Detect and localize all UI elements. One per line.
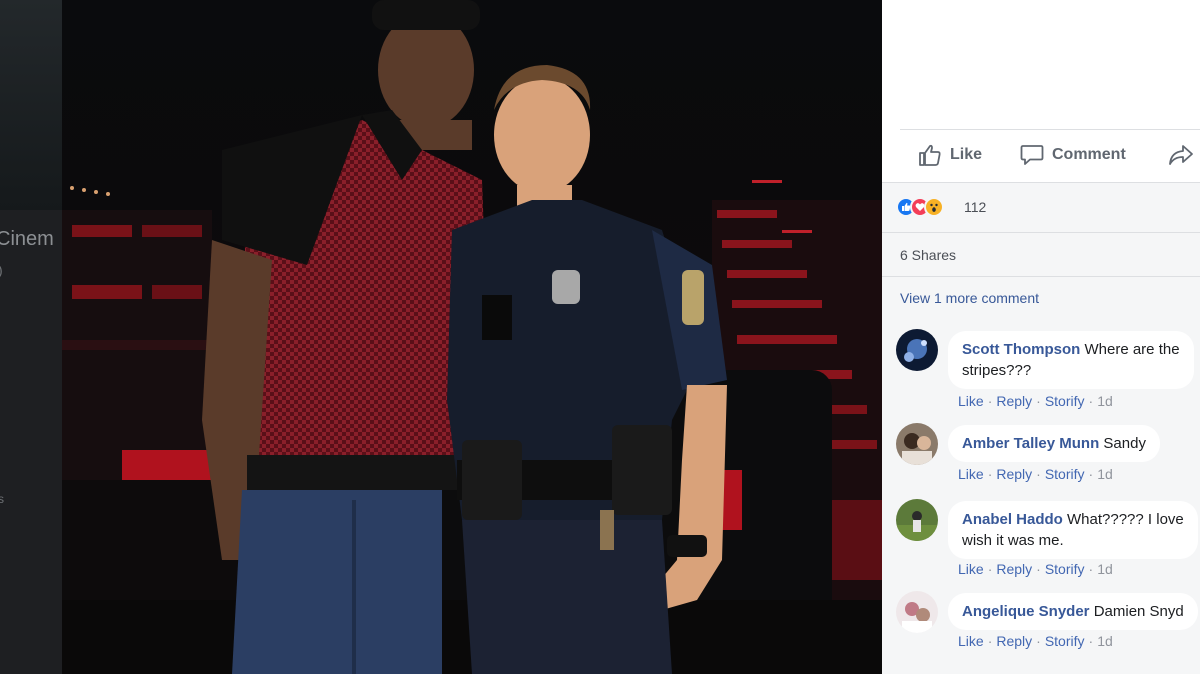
comment-reply-link[interactable]: Reply [996, 466, 1032, 482]
share-icon [1169, 145, 1193, 165]
comment-meta: Like · Reply · Storify · 1d [958, 393, 1113, 409]
comment-icon [1020, 145, 1044, 165]
left-partial-label: Cinem [0, 228, 54, 250]
comment-meta: Like · Reply · Storify · 1d [958, 633, 1113, 649]
comment-storify-link[interactable]: Storify [1045, 633, 1085, 649]
comment-author[interactable]: Anabel Haddo [962, 511, 1063, 528]
avatar[interactable] [896, 423, 938, 465]
comment-text-continued: wish it was me. [962, 532, 1064, 549]
thumbs-up-icon [919, 144, 941, 166]
comment-meta: Like · Reply · Storify · 1d [958, 466, 1113, 482]
comment-storify-link[interactable]: Storify [1045, 466, 1085, 482]
comment-button-label: Comment [1052, 146, 1126, 163]
comment-text-continued: stripes??? [962, 362, 1032, 379]
separator: · [1036, 466, 1041, 482]
wow-reaction-icon [924, 197, 944, 217]
like-button[interactable]: Like [918, 142, 982, 168]
comment-author[interactable]: Scott Thompson [962, 341, 1080, 358]
comment-reply-link[interactable]: Reply [996, 393, 1032, 409]
separator: · [987, 561, 993, 577]
view-more-comments-link[interactable]: View 1 more comment [900, 290, 1039, 306]
post-photo[interactable] [62, 0, 882, 674]
separator: · [1036, 561, 1041, 577]
comment-bubble: Scott Thompson Where are the stripes??? [948, 331, 1194, 389]
comment-bubble: Angelique Snyder Damien Snyd [948, 593, 1198, 630]
facebook-comments-panel: Like Comment 112 6 Shares View 1 more co… [882, 0, 1200, 674]
comment-text: What????? I love [1062, 511, 1184, 528]
comment-storify-link[interactable]: Storify [1045, 393, 1085, 409]
comment-like-link[interactable]: Like [958, 393, 984, 409]
comment-text: Where are the [1080, 341, 1180, 358]
shares-count[interactable]: 6 Shares [900, 247, 956, 263]
separator: · [987, 393, 993, 409]
comment-bubble: Anabel Haddo What????? I love wish it wa… [948, 501, 1198, 559]
reactions-count[interactable]: 112 [964, 199, 986, 215]
left-partial-panel: Cinem ) s [0, 0, 62, 674]
separator: · [987, 633, 993, 649]
avatar[interactable] [896, 591, 938, 633]
share-button[interactable] [1168, 142, 1200, 168]
comment-timestamp[interactable]: 1d [1097, 633, 1113, 649]
left-partial-paren: ) [0, 262, 3, 278]
post-actions-bar: Like Comment [882, 132, 1200, 180]
shares-row: 6 Shares [882, 232, 1200, 277]
avatar[interactable] [896, 499, 938, 541]
comment-text: Sandy [1099, 435, 1146, 452]
reaction-icons[interactable] [896, 197, 944, 217]
comment-timestamp[interactable]: 1d [1097, 561, 1113, 577]
comment-bubble: Amber Talley Munn Sandy [948, 425, 1160, 462]
like-button-label: Like [950, 146, 983, 163]
comment-reply-link[interactable]: Reply [996, 561, 1032, 577]
comment-text: Damien Snyd [1089, 603, 1184, 620]
separator: · [1088, 466, 1094, 482]
comment-button[interactable]: Comment [1020, 142, 1126, 168]
separator: · [1088, 393, 1094, 409]
photo-illustration [62, 0, 882, 674]
comment-storify-link[interactable]: Storify [1045, 561, 1085, 577]
left-partial-letter: s [0, 492, 4, 506]
comment-like-link[interactable]: Like [958, 633, 984, 649]
separator: · [1036, 393, 1041, 409]
left-panel-photo [0, 0, 62, 210]
comment-meta: Like · Reply · Storify · 1d [958, 561, 1113, 577]
comment-author[interactable]: Angelique Snyder [962, 603, 1090, 620]
reactions-row: 112 [882, 182, 1200, 233]
comment-timestamp[interactable]: 1d [1097, 466, 1113, 482]
separator: · [1088, 561, 1094, 577]
separator: · [1088, 633, 1094, 649]
separator: · [1036, 633, 1041, 649]
separator: · [987, 466, 993, 482]
comment-like-link[interactable]: Like [958, 561, 984, 577]
avatar[interactable] [896, 329, 938, 371]
comments-section: View 1 more comment Scott Thompson Where… [882, 276, 1200, 674]
comment-reply-link[interactable]: Reply [996, 633, 1032, 649]
comment-timestamp[interactable]: 1d [1097, 393, 1113, 409]
comment-like-link[interactable]: Like [958, 466, 984, 482]
divider [900, 129, 1200, 130]
comment-author[interactable]: Amber Talley Munn [962, 435, 1099, 452]
